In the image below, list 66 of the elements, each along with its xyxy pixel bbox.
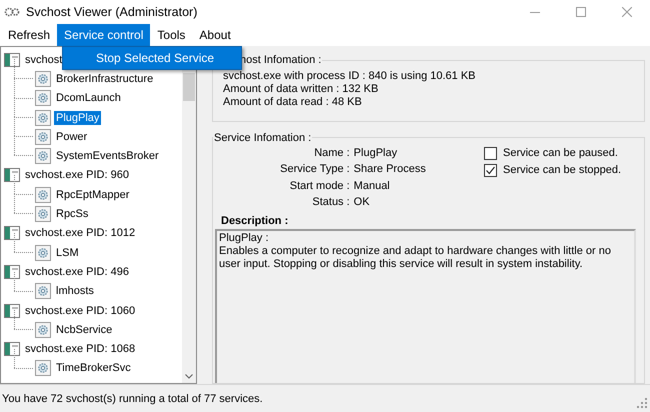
field-value: Share Process <box>354 162 427 178</box>
gear-icon <box>35 128 51 145</box>
tree-item[interactable]: RpcEptMapper <box>54 188 132 202</box>
field-value: PlugPlay <box>354 146 398 161</box>
field-value: OK <box>354 195 371 210</box>
window-icon <box>4 264 20 279</box>
tree-item[interactable]: LSM <box>54 246 81 260</box>
gear-icon <box>35 322 51 338</box>
gear-icon <box>35 90 51 106</box>
tree-item[interactable]: TimeBrokerSvc <box>54 361 133 376</box>
window-icon <box>4 342 20 356</box>
window-icon <box>4 52 20 67</box>
description-text: Enables a computer to recognize and adapt to hardware changes with little or no user input. Stopping or disabling this service will result in system instability. <box>219 245 612 271</box>
gear-icon <box>35 244 51 261</box>
group-title: Service Infomation : <box>213 132 312 144</box>
gear-icon <box>35 110 51 126</box>
scroll-down-icon[interactable] <box>185 374 193 379</box>
checkbox-label: Service can be paused. <box>503 147 618 160</box>
scrollbar-thumb[interactable] <box>183 73 195 101</box>
gear-icon <box>35 70 51 87</box>
resize-grip-icon[interactable] <box>637 398 647 408</box>
maximize-icon[interactable] <box>576 7 586 17</box>
gear-icon <box>35 360 51 376</box>
status-text: You have 72 svchost(s) running a total of 77 services. <box>2 392 263 404</box>
tree-item[interactable]: svchost.exe PID: 1060 <box>23 304 138 318</box>
description-label: Description : <box>221 215 290 227</box>
tree-item[interactable]: DcomLaunch <box>54 91 123 106</box>
checkbox[interactable] <box>484 164 497 177</box>
tree-item[interactable]: BrokerInfrastructure <box>54 72 156 86</box>
field-label: Start mode : <box>288 178 350 194</box>
gear-icon <box>35 148 51 164</box>
menu-item[interactable]: Service control <box>57 24 150 46</box>
tree-item[interactable]: Power <box>54 130 90 144</box>
tree-item[interactable]: PlugPlay <box>54 110 102 125</box>
menu-item[interactable]: Tools <box>150 24 192 46</box>
gear-icon <box>35 186 51 203</box>
tree-item[interactable]: svchost.exe PID: 960 <box>23 168 131 182</box>
tree-item[interactable]: lmhosts <box>54 284 96 298</box>
tree-item[interactable]: svchost.exe PID: 1068 <box>23 342 138 356</box>
tree-item[interactable]: SystemEventsBroker <box>54 149 161 164</box>
field-label: Service Type : <box>279 162 350 178</box>
window-icon <box>4 168 20 182</box>
tree-item[interactable]: svchost.exe PID: 496 <box>23 264 131 279</box>
checkbox-label: Service can be stopped. <box>503 164 622 176</box>
gear-icon <box>35 283 51 300</box>
tree-item[interactable]: svchost <box>23 52 64 67</box>
menu-item[interactable]: Refresh <box>1 24 58 46</box>
window-icon <box>4 304 20 318</box>
description-text: PlugPlay : <box>219 232 270 245</box>
checkbox[interactable] <box>484 146 497 160</box>
app-icon <box>4 6 20 18</box>
menu-item[interactable]: About <box>192 24 238 46</box>
field-value: Manual <box>354 178 391 194</box>
window-title: Svchost Viewer (Administrator) <box>26 5 198 19</box>
tree-item[interactable]: svchost.exe PID: 1012 <box>23 226 138 240</box>
gear-icon <box>35 206 51 222</box>
tree-item[interactable]: RpcSs <box>54 207 90 222</box>
menu-item[interactable]: Stop Selected Service <box>63 47 241 69</box>
info-text: Amount of data read : 48 KB <box>222 96 363 109</box>
tree-item[interactable]: NcbService <box>54 322 114 337</box>
info-text: svchost.exe with process ID : 840 is using 10.61 KB <box>222 70 477 83</box>
window-icon <box>4 226 20 240</box>
field-label: Status : <box>311 195 350 210</box>
close-icon[interactable] <box>622 7 632 17</box>
field-label: Name : <box>313 146 350 161</box>
info-text: Amount of data written : 132 KB <box>222 83 380 96</box>
